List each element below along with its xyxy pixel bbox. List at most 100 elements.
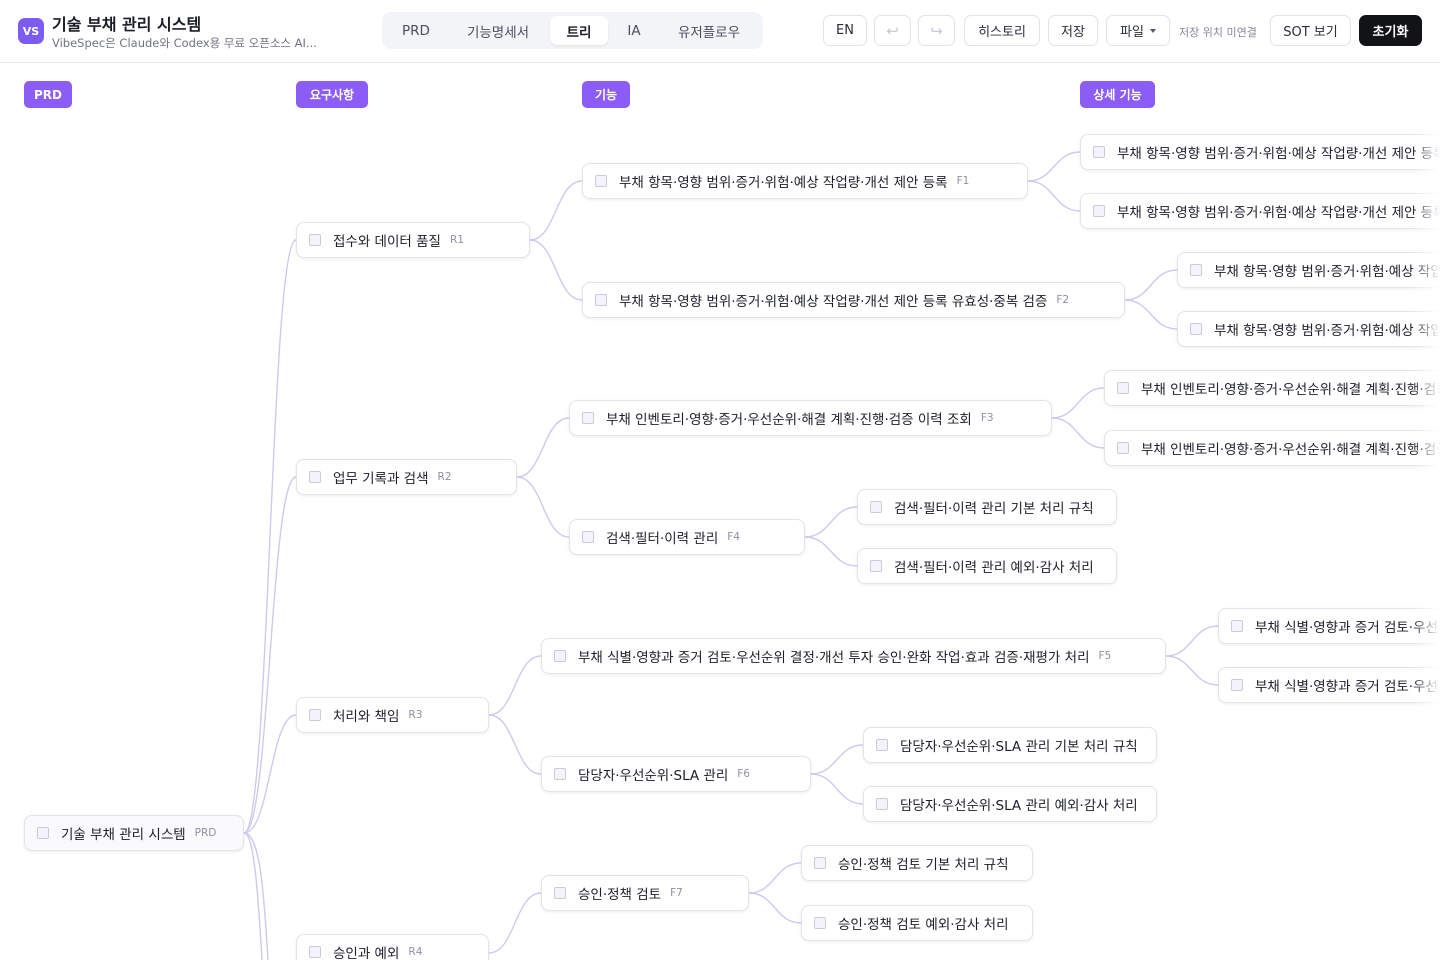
node-code: R4	[408, 946, 423, 958]
node-checkbox[interactable]	[870, 560, 882, 572]
node-label: 부채 항목·영향 범위·증거·위험·예상 작업량·개선 제안 등록 유효성·중복…	[619, 294, 1048, 310]
file-menu-button[interactable]: 파일	[1106, 15, 1170, 46]
node-checkbox[interactable]	[309, 234, 321, 246]
node-checkbox[interactable]	[814, 917, 826, 929]
node-label: 부채 식별·영향과 증거 검토·우선순위 결정·개선 투자 승인·완화 작업·효…	[578, 650, 1090, 666]
node-label: 부채 인벤토리·영향·증거·우선순위·해결 계획·진행·검증 이력 조회	[606, 412, 972, 428]
node-checkbox[interactable]	[37, 827, 49, 839]
tree-node-feature[interactable]: 담당자·우선순위·SLA 관리 F6	[541, 756, 811, 792]
node-label: 접수와 데이터 품질	[333, 234, 441, 250]
node-checkbox[interactable]	[554, 650, 566, 662]
node-code: F3	[980, 412, 994, 424]
app-logo: VS	[18, 18, 44, 44]
node-checkbox[interactable]	[1190, 264, 1202, 276]
tree-node-feature[interactable]: 승인·정책 검토 F7	[541, 875, 749, 911]
tree-node-detail[interactable]: 부채 항목·영향 범위·증거·위험·예상 작업량·개선 제안 등록 유효성	[1177, 311, 1440, 347]
tree-node-detail[interactable]: 부채 식별·영향과 증거 검토·우선순위 결정·개선 투자 승인	[1218, 667, 1440, 703]
tree-node-detail[interactable]: 승인·정책 검토 예외·감사 처리	[801, 905, 1033, 941]
column-header-detail-features: 상세 기능	[1080, 81, 1155, 108]
node-checkbox[interactable]	[870, 501, 882, 513]
node-label: 승인·정책 검토	[578, 887, 662, 903]
node-label: 처리와 책임	[333, 709, 400, 725]
node-checkbox[interactable]	[1093, 146, 1105, 158]
tab-feature-spec[interactable]: 기능명세서	[450, 16, 546, 45]
tab-ia[interactable]: IA	[612, 16, 656, 45]
node-label: 승인·정책 검토 기본 처리 규칙	[838, 857, 1009, 873]
node-checkbox[interactable]	[1231, 679, 1243, 691]
node-code: PRD	[194, 827, 217, 839]
tree-node-feature[interactable]: 부채 항목·영향 범위·증거·위험·예상 작업량·개선 제안 등록 유효성·중복…	[582, 282, 1125, 318]
node-label: 부채 항목·영향 범위·증거·위험·예상 작업량·개선 제안 등록	[619, 175, 948, 191]
save-button[interactable]: 저장	[1048, 15, 1098, 46]
tab-prd[interactable]: PRD	[386, 16, 446, 45]
redo-button[interactable]: ↪	[918, 15, 955, 46]
node-checkbox[interactable]	[814, 857, 826, 869]
node-checkbox[interactable]	[309, 946, 321, 958]
tree-node-detail[interactable]: 검색·필터·이력 관리 예외·감사 처리	[857, 548, 1117, 584]
tree-node-feature[interactable]: 부채 인벤토리·영향·증거·우선순위·해결 계획·진행·검증 이력 조회 F3	[569, 400, 1052, 436]
redo-icon: ↪	[930, 21, 943, 40]
node-label: 기술 부채 관리 시스템	[61, 827, 186, 843]
tree-node-requirement[interactable]: 승인과 예외 R4	[296, 934, 489, 960]
tree-node-detail[interactable]: 부채 식별·영향과 증거 검토·우선순위 결정·개선 투자 승인	[1218, 608, 1440, 644]
node-checkbox[interactable]	[876, 798, 888, 810]
node-checkbox[interactable]	[1117, 442, 1129, 454]
node-label: 부채 인벤토리·영향·증거·우선순위·해결 계획·진행·검증 이력 조회	[1141, 382, 1440, 398]
tree-node-requirement[interactable]: 처리와 책임 R3	[296, 697, 489, 733]
node-code: F6	[737, 768, 751, 780]
node-checkbox[interactable]	[582, 412, 594, 424]
node-code: F1	[956, 175, 970, 187]
file-label: 파일	[1120, 25, 1144, 40]
node-checkbox[interactable]	[309, 471, 321, 483]
view-tabs: PRD 기능명세서 트리 IA 유저플로우	[382, 12, 763, 49]
tree-node-requirement[interactable]: 업무 기록과 검색 R2	[296, 459, 517, 495]
tree-node-detail[interactable]: 승인·정책 검토 기본 처리 규칙	[801, 845, 1033, 881]
reset-button[interactable]: 초기화	[1359, 15, 1422, 46]
tab-tree[interactable]: 트리	[550, 16, 608, 45]
undo-button[interactable]: ↩	[874, 15, 911, 46]
node-label: 승인과 예외	[333, 946, 400, 960]
tree-node-detail[interactable]: 부채 인벤토리·영향·증거·우선순위·해결 계획·진행·검증 이력 조회	[1104, 430, 1440, 466]
tree-node-detail[interactable]: 검색·필터·이력 관리 기본 처리 규칙	[857, 489, 1117, 525]
node-code: F4	[727, 531, 740, 543]
tree-node-root[interactable]: 기술 부채 관리 시스템 PRD	[24, 815, 244, 851]
column-header-features: 기능	[582, 81, 630, 108]
column-header-prd: PRD	[24, 81, 72, 108]
tree-canvas[interactable]: PRD 요구사항 기능 상세 기능 기술 부채 관리 시스템 PRD 접수와 데…	[0, 63, 1440, 960]
node-label: 담당자·우선순위·SLA 관리	[578, 768, 729, 784]
tree-node-requirement[interactable]: 접수와 데이터 품질 R1	[296, 222, 530, 258]
tree-node-feature[interactable]: 부채 식별·영향과 증거 검토·우선순위 결정·개선 투자 승인·완화 작업·효…	[541, 638, 1166, 674]
node-label: 검색·필터·이력 관리 기본 처리 규칙	[894, 501, 1094, 517]
node-checkbox[interactable]	[554, 887, 566, 899]
tree-node-feature[interactable]: 검색·필터·이력 관리 F4	[569, 519, 805, 555]
node-checkbox[interactable]	[1117, 382, 1129, 394]
tab-user-flow[interactable]: 유저플로우	[660, 16, 758, 45]
language-button[interactable]: EN	[823, 15, 867, 46]
node-code: R1	[449, 234, 464, 246]
node-checkbox[interactable]	[554, 768, 566, 780]
tree-node-detail[interactable]: 부채 항목·영향 범위·증거·위험·예상 작업량·개선 제안 등록 유효성	[1177, 252, 1440, 288]
node-checkbox[interactable]	[595, 175, 607, 187]
tree-node-detail[interactable]: 부채 항목·영향 범위·증거·위험·예상 작업량·개선 제안 등록 기	[1080, 134, 1440, 170]
tree-node-feature[interactable]: 부채 항목·영향 범위·증거·위험·예상 작업량·개선 제안 등록 F1	[582, 163, 1028, 199]
history-button[interactable]: 히스토리	[964, 15, 1040, 46]
node-checkbox[interactable]	[876, 739, 888, 751]
node-code: R3	[408, 709, 423, 721]
node-label: 검색·필터·이력 관리	[606, 531, 719, 547]
node-code: F5	[1098, 650, 1112, 662]
sot-view-button[interactable]: SOT 보기	[1270, 15, 1351, 46]
node-checkbox[interactable]	[595, 294, 607, 306]
node-checkbox[interactable]	[1093, 205, 1105, 217]
node-checkbox[interactable]	[582, 531, 594, 543]
node-checkbox[interactable]	[1190, 323, 1202, 335]
node-label: 부채 항목·영향 범위·증거·위험·예상 작업량·개선 제안 등록 유효성	[1214, 323, 1440, 339]
app-title: 기술 부채 관리 시스템	[52, 15, 202, 34]
tree-node-detail[interactable]: 부채 항목·영향 범위·증거·위험·예상 작업량·개선 제안 등록 예	[1080, 193, 1440, 229]
node-checkbox[interactable]	[1231, 620, 1243, 632]
node-label: 검색·필터·이력 관리 예외·감사 처리	[894, 560, 1094, 576]
tree-node-detail[interactable]: 담당자·우선순위·SLA 관리 기본 처리 규칙	[863, 727, 1157, 763]
tree-node-detail[interactable]: 담당자·우선순위·SLA 관리 예외·감사 처리	[863, 786, 1157, 822]
node-label: 부채 항목·영향 범위·증거·위험·예상 작업량·개선 제안 등록 예	[1117, 205, 1440, 221]
node-checkbox[interactable]	[309, 709, 321, 721]
tree-node-detail[interactable]: 부채 인벤토리·영향·증거·우선순위·해결 계획·진행·검증 이력 조회	[1104, 370, 1440, 406]
